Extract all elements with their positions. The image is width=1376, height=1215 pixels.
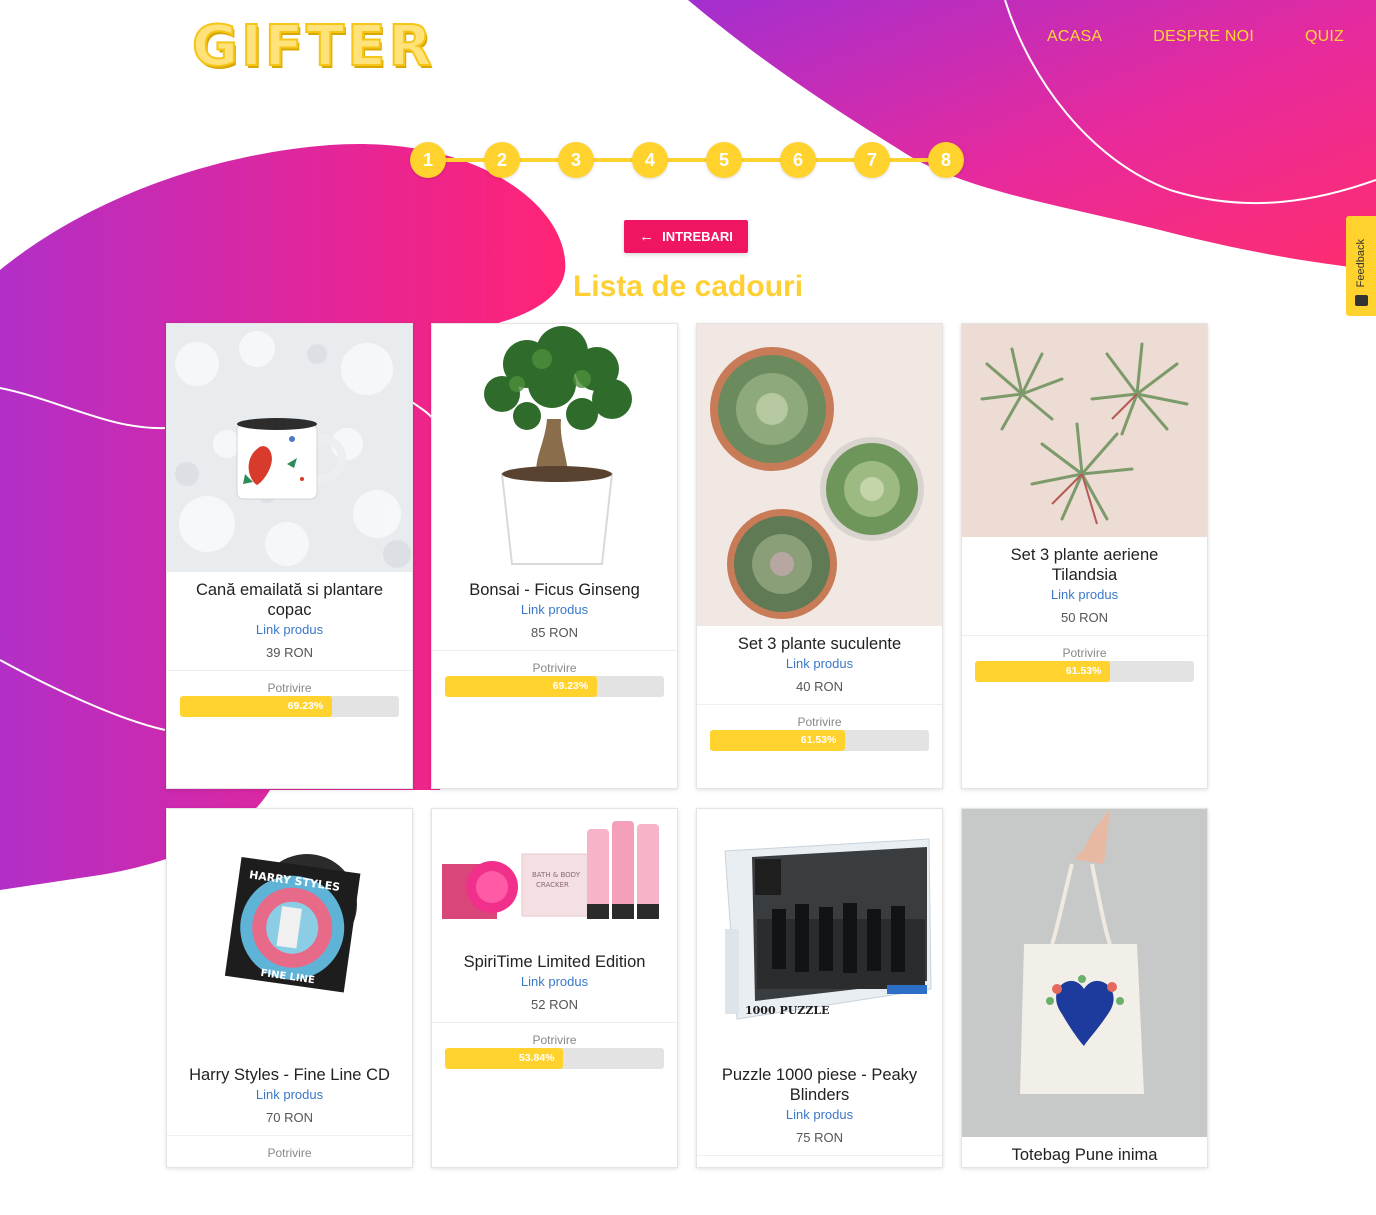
match-progress-bar: 61.53% [710,730,929,751]
match-section: Potrivire 53.84% [432,1023,677,1069]
match-section: Potrivire 61.53% [697,705,942,751]
match-label: Potrivire [797,715,842,729]
match-percentage: 61.53% [800,734,837,746]
match-label: Potrivire [532,1033,577,1047]
match-section: Potrivire 69.23% [432,651,677,697]
product-name: Cană emailată si plantare copac [195,581,384,619]
svg-text:CRACKER: CRACKER [536,881,569,889]
product-image-tote-bag[interactable] [962,809,1207,1137]
product-card: BATH & BODY CRACKER SpiriTime Limited Ed… [431,808,678,1168]
nav-link-acasa[interactable]: ACASA [1047,28,1102,46]
step-4[interactable]: 4 [632,142,668,178]
product-link[interactable]: Link produs [432,602,677,617]
product-card: Bonsai - Ficus Ginseng Link produs 85 RO… [431,323,678,789]
match-section: Potrivire 61.53% [962,636,1207,682]
match-progress-bar: 69.23% [180,696,399,717]
back-button-label: INTREBARI [662,229,733,244]
product-image-puzzle[interactable]: 1000 PUZZLE [697,809,942,1057]
match-section: Potrivire 69.23% [167,671,412,717]
product-link[interactable]: Link produs [962,587,1207,602]
product-image-cd-album[interactable]: HARRY STYLES FINE LINE [167,809,412,1057]
product-card: Totebag Pune inima [961,808,1208,1168]
match-section: Potrivire [167,1136,412,1160]
gifter-logo[interactable]: GIFTER [191,13,435,80]
match-percentage: 61.53% [1065,665,1102,677]
product-price: 70 RON [167,1110,412,1136]
chat-icon [1354,295,1368,306]
nav-link-despre-noi[interactable]: DESPRE NOI [1153,28,1254,46]
svg-text:BATH & BODY: BATH & BODY [532,871,581,879]
step-5[interactable]: 5 [706,142,742,178]
product-price: 52 RON [432,997,677,1023]
back-to-questions-button[interactable]: ← INTREBARI [624,220,748,253]
page-title: Lista de cadouri [572,270,804,303]
product-name: Set 3 plante aeriene Tilandsia [1010,546,1159,584]
product-name: SpiriTime Limited Edition [463,953,646,971]
match-percentage: 53.84% [518,1052,555,1064]
product-card: 1000 PUZZLE Puzzle 1000 piese - Peaky Bl… [696,808,943,1168]
match-label: Potrivire [267,1146,312,1160]
match-percentage: 69.23% [552,680,589,692]
product-name: Puzzle 1000 piese - Peaky Blinders [721,1066,918,1104]
match-progress-bar: 53.84% [445,1048,664,1069]
main-nav: ACASA DESPRE NOI QUIZ [1047,28,1344,46]
product-name: Harry Styles - Fine Line CD [189,1066,390,1084]
product-price: 40 RON [697,679,942,705]
match-label: Potrivire [267,681,312,695]
match-progress-bar: 69.23% [445,676,664,697]
svg-text:1000 PUZZLE: 1000 PUZZLE [745,1004,830,1017]
product-image-bonsai[interactable] [432,324,677,572]
product-price: 39 RON [167,645,412,671]
match-progress-bar: 61.53% [975,661,1194,682]
product-image-air-plants[interactable] [962,324,1207,537]
match-label: Potrivire [532,661,577,675]
product-image-gift-set[interactable]: BATH & BODY CRACKER [432,809,677,944]
product-price: 50 RON [962,610,1207,636]
feedback-tab[interactable]: Feedback [1346,216,1376,316]
step-1[interactable]: 1 [410,142,446,178]
product-name: Bonsai - Ficus Ginseng [469,581,640,599]
step-7[interactable]: 7 [854,142,890,178]
step-8[interactable]: 8 [928,142,964,178]
product-card: Set 3 plante suculente Link produs 40 RO… [696,323,943,789]
product-card: HARRY STYLES FINE LINE Harry Styles - Fi… [166,808,413,1168]
product-link[interactable]: Link produs [432,974,677,989]
match-percentage: 69.23% [287,700,324,712]
product-link[interactable]: Link produs [167,622,412,637]
product-name: Set 3 plante suculente [737,635,902,653]
product-price: 75 RON [697,1130,942,1156]
feedback-label: Feedback [1355,238,1367,287]
product-card: Set 3 plante aeriene Tilandsia Link prod… [961,323,1208,789]
product-link[interactable]: Link produs [697,1107,942,1122]
arrow-left-icon: ← [639,228,655,245]
product-link[interactable]: Link produs [697,656,942,671]
product-link[interactable]: Link produs [167,1087,412,1102]
nav-link-quiz[interactable]: QUIZ [1305,28,1344,46]
product-price: 85 RON [432,625,677,651]
product-name: Totebag Pune inima [1011,1146,1158,1164]
match-label: Potrivire [1062,646,1107,660]
product-card: Cană emailată si plantare copac Link pro… [166,323,413,789]
product-image-enamel-mug[interactable] [167,324,412,572]
step-2[interactable]: 2 [484,142,520,178]
product-image-succulents[interactable] [697,324,942,626]
quiz-stepper: 1 2 3 4 5 6 7 8 [410,142,965,178]
step-3[interactable]: 3 [558,142,594,178]
step-6[interactable]: 6 [780,142,816,178]
